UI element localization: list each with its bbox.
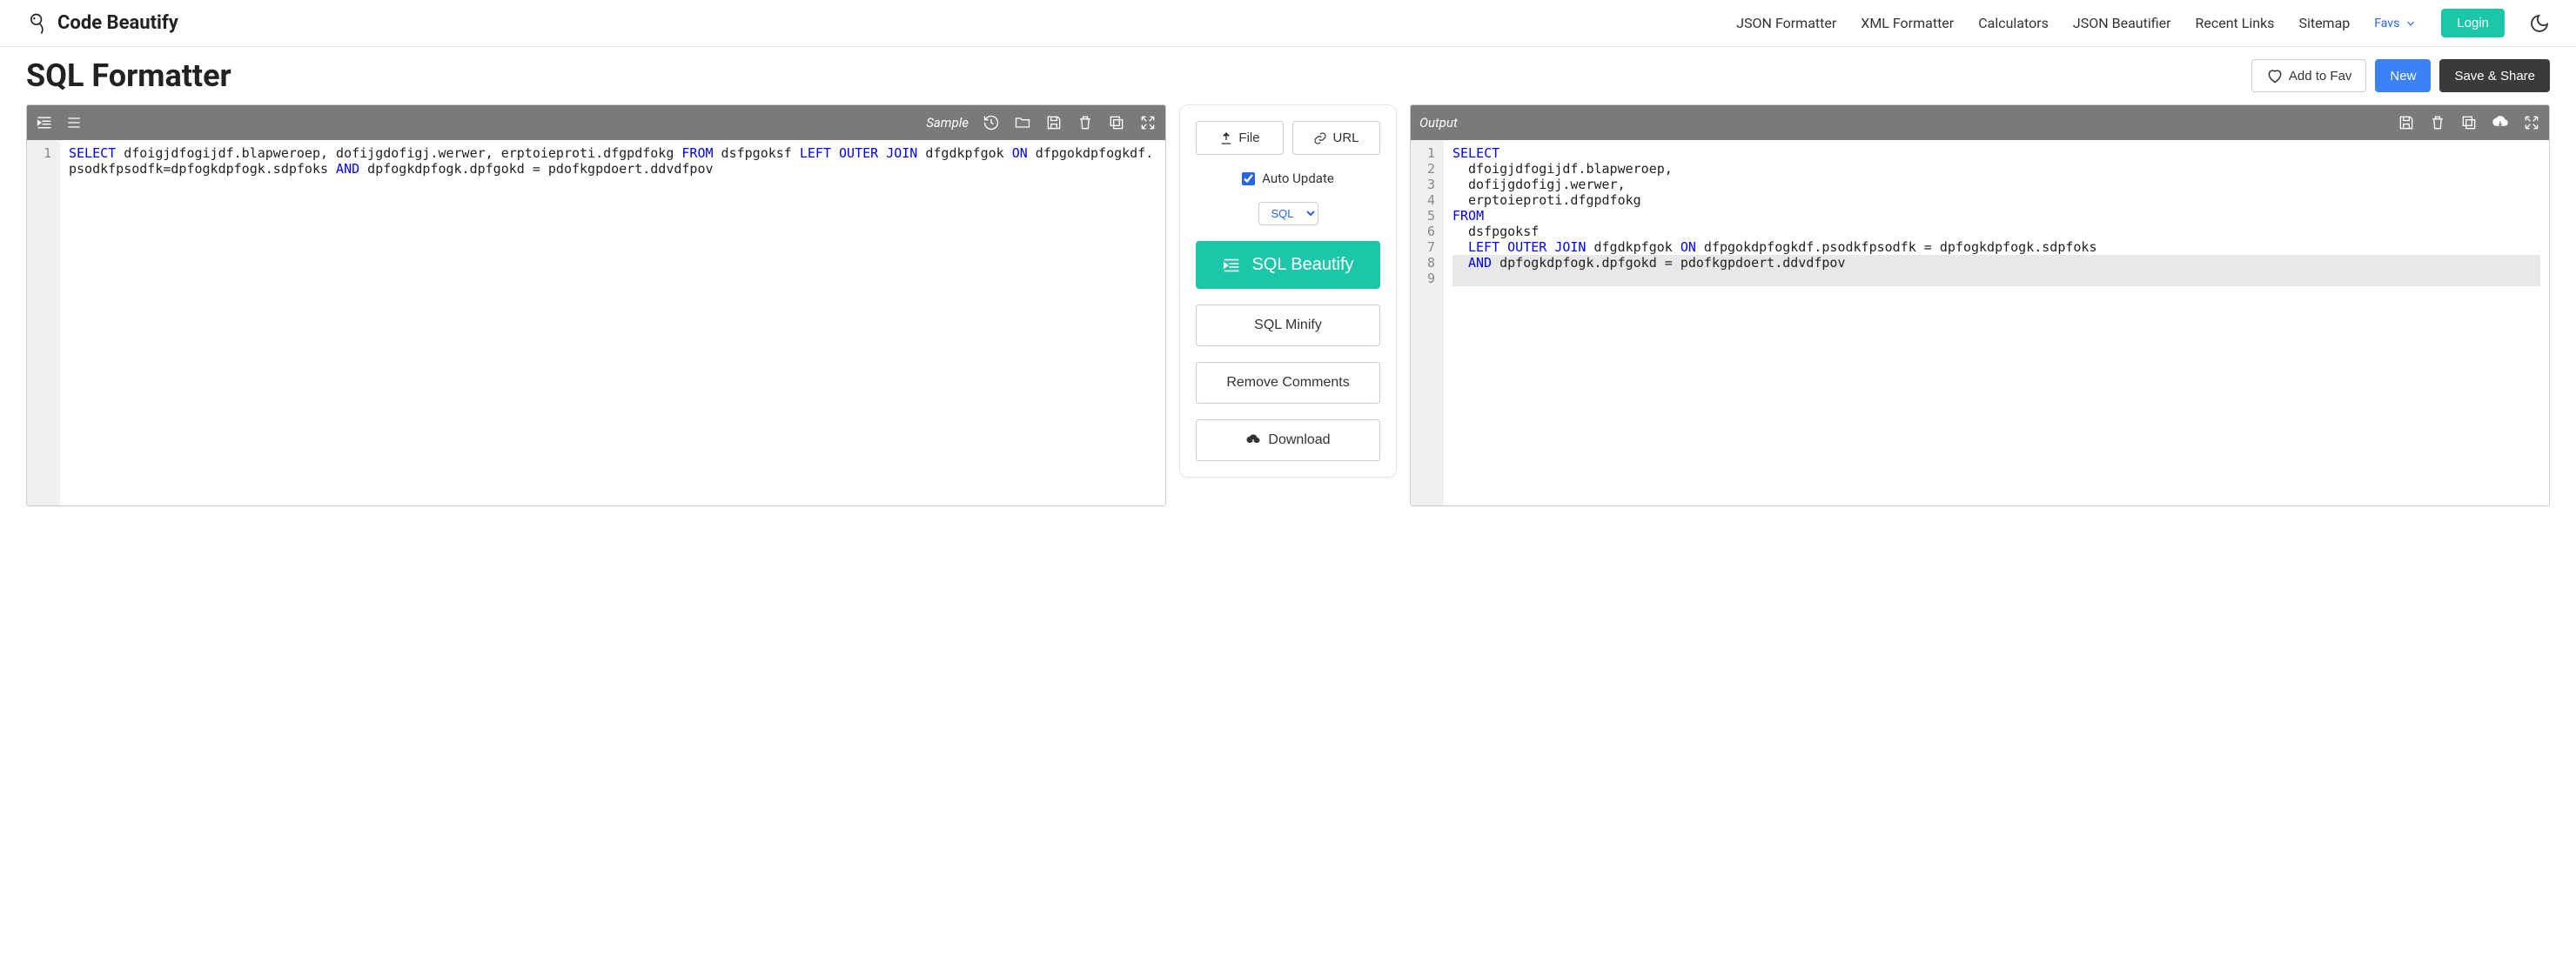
nav-recent-links[interactable]: Recent Links	[2195, 15, 2274, 31]
output-code[interactable]: SELECTdfoigjdfogijdf.blapweroep,dofijgdo…	[1444, 140, 2549, 505]
download-label: Download	[1268, 432, 1330, 448]
favs-label: Favs	[2374, 17, 2399, 30]
chevron-down-icon	[2405, 17, 2417, 30]
logo[interactable]: Code Beautify	[26, 11, 178, 36]
indent-icon[interactable]	[36, 114, 53, 131]
auto-update-label: Auto Update	[1262, 171, 1334, 186]
nav-xml-formatter[interactable]: XML Formatter	[1861, 15, 1954, 31]
file-button[interactable]: File	[1196, 121, 1284, 155]
input-panel: Sample 1 SELECT dfoigjdfogijdf.blapweroe…	[26, 104, 1166, 506]
nav-calculators[interactable]: Calculators	[1978, 15, 2049, 31]
output-panel: Output 123456789 SELECTdfoigjdfogijdf.bl…	[1410, 104, 2550, 506]
download-button[interactable]: Download	[1196, 419, 1380, 461]
indent-icon	[1222, 256, 1241, 275]
nav-json-formatter[interactable]: JSON Formatter	[1736, 15, 1836, 31]
nav-links: JSON Formatter XML Formatter Calculators…	[1736, 9, 2550, 37]
nav-favs[interactable]: Favs	[2374, 17, 2417, 30]
trash-icon[interactable]	[1077, 114, 1094, 131]
expand-icon[interactable]	[2523, 114, 2540, 131]
heart-icon	[2266, 67, 2284, 84]
center-card: File URL Auto Update SQL SQL Beautify SQ…	[1179, 104, 1397, 478]
upload-icon	[1219, 131, 1233, 145]
copy-icon[interactable]	[1108, 114, 1125, 131]
new-button[interactable]: New	[2375, 59, 2431, 92]
add-to-fav-button[interactable]: Add to Fav	[2251, 59, 2367, 92]
input-code[interactable]: SELECT dfoigjdfogijdf.blapweroep, dofijg…	[60, 140, 1165, 505]
page-actions: Add to Fav New Save & Share	[2251, 59, 2550, 92]
save-share-button[interactable]: Save & Share	[2439, 59, 2550, 92]
top-bar: Code Beautify JSON Formatter XML Formatt…	[0, 0, 2576, 47]
input-editor[interactable]: 1 SELECT dfoigjdfogijdf.blapweroep, dofi…	[27, 140, 1165, 505]
sql-minify-button[interactable]: SQL Minify	[1196, 305, 1380, 346]
brand-icon	[26, 11, 50, 36]
output-toolbar: Output	[1411, 105, 2549, 140]
copy-icon[interactable]	[2460, 114, 2478, 131]
save-icon[interactable]	[2398, 114, 2415, 131]
language-select[interactable]: SQL	[1258, 202, 1318, 225]
main-layout: Sample 1 SELECT dfoigjdfogijdf.blapweroe…	[0, 104, 2576, 524]
page-title: SQL Formatter	[26, 57, 231, 94]
history-icon[interactable]	[983, 114, 1000, 131]
brand-text: Code Beautify	[57, 12, 178, 34]
dark-mode-icon[interactable]	[2529, 13, 2550, 34]
list-icon[interactable]	[65, 114, 83, 131]
login-button[interactable]: Login	[2441, 9, 2505, 37]
expand-icon[interactable]	[1139, 114, 1157, 131]
page-header: SQL Formatter Add to Fav New Save & Shar…	[0, 47, 2576, 104]
beautify-label: SQL Beautify	[1251, 255, 1353, 275]
input-gutter: 1	[27, 140, 60, 505]
input-toolbar: Sample	[27, 105, 1165, 140]
center-column: File URL Auto Update SQL SQL Beautify SQ…	[1179, 104, 1397, 478]
folder-icon[interactable]	[1014, 114, 1031, 131]
url-label: URL	[1332, 131, 1358, 145]
file-label: File	[1238, 131, 1259, 145]
save-icon[interactable]	[1045, 114, 1063, 131]
trash-icon[interactable]	[2429, 114, 2446, 131]
output-editor[interactable]: 123456789 SELECTdfoigjdfogijdf.blapweroe…	[1411, 140, 2549, 505]
remove-comments-button[interactable]: Remove Comments	[1196, 362, 1380, 404]
auto-update-checkbox[interactable]	[1242, 172, 1255, 185]
auto-update-toggle[interactable]: Auto Update	[1196, 171, 1380, 186]
sample-label[interactable]: Sample	[926, 115, 969, 131]
cloud-download-icon	[1245, 432, 1261, 448]
nav-json-beautifier[interactable]: JSON Beautifier	[2073, 15, 2171, 31]
link-icon	[1313, 131, 1327, 145]
sql-beautify-button[interactable]: SQL Beautify	[1196, 241, 1380, 289]
nav-sitemap[interactable]: Sitemap	[2298, 15, 2350, 31]
output-gutter: 123456789	[1411, 140, 1444, 505]
output-label: Output	[1419, 115, 1458, 131]
cloud-download-icon[interactable]	[2492, 114, 2509, 131]
add-to-fav-label: Add to Fav	[2289, 69, 2352, 84]
url-button[interactable]: URL	[1292, 121, 1380, 155]
